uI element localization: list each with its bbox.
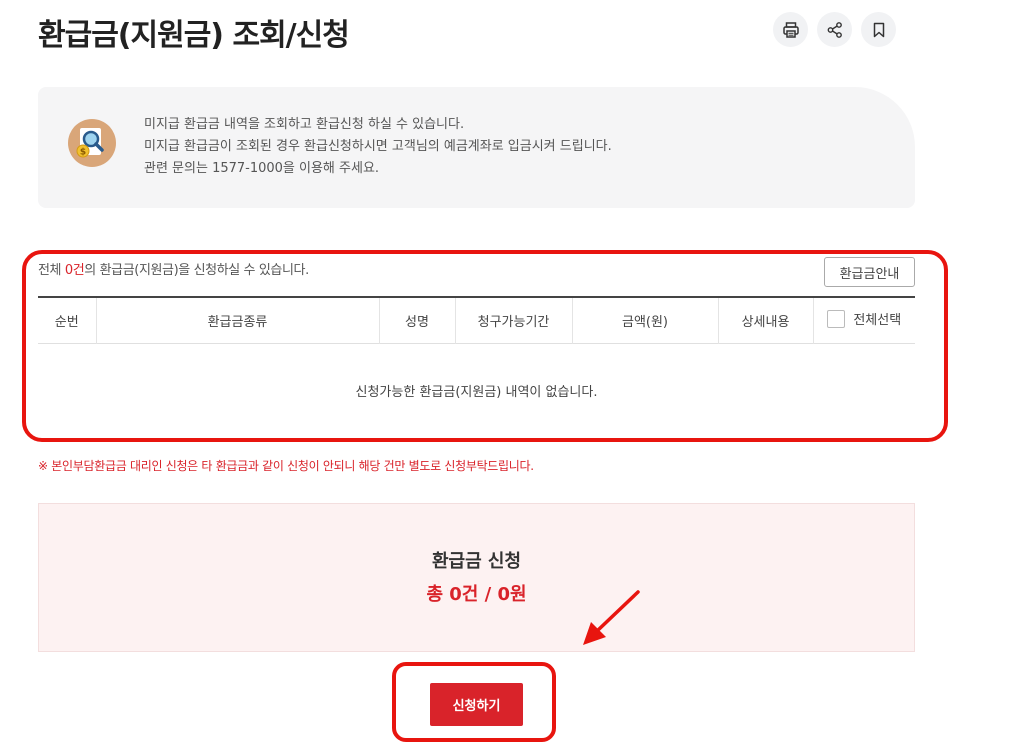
- search-money-icon: $: [68, 119, 116, 167]
- annotation-highlight-table: [22, 250, 948, 442]
- print-button[interactable]: [773, 12, 808, 47]
- bookmark-icon: [873, 22, 884, 37]
- annotation-arrow-icon: [583, 590, 640, 645]
- print-icon: [782, 21, 799, 38]
- info-line: 미지급 환급금 내역을 조회하고 환급신청 하실 수 있습니다.: [144, 117, 465, 132]
- page-title: 환급금(지원금) 조회/신청: [38, 18, 350, 53]
- apply-title: 환급금 신청: [431, 551, 522, 572]
- apply-total: 총 0건 / 0원: [426, 584, 527, 605]
- apply-summary-panel: 환급금 신청 총 0건 / 0원: [38, 503, 915, 652]
- info-text: 미지급 환급금 내역을 조회하고 환급신청 하실 수 있습니다. 미지급 환급금…: [144, 114, 612, 180]
- bookmark-button[interactable]: [861, 12, 896, 47]
- info-box: $ 미지급 환급금 내역을 조회하고 환급신청 하실 수 있습니다. 미지급 환…: [38, 87, 915, 208]
- share-button[interactable]: [817, 12, 852, 47]
- notice-text: ※ 본인부담환급금 대리인 신청은 타 환급금과 같이 신청이 안되니 해당 건…: [38, 459, 534, 473]
- info-line: 관련 문의는 1577-1000을 이용해 주세요.: [144, 161, 380, 176]
- page-toolbar: [773, 12, 896, 47]
- svg-text:$: $: [80, 148, 86, 158]
- info-line: 미지급 환급금이 조회된 경우 환급신청하시면 고객님의 예금계좌로 입금시켜 …: [144, 139, 612, 154]
- share-icon: [827, 21, 842, 38]
- annotation-highlight-button: [392, 662, 556, 742]
